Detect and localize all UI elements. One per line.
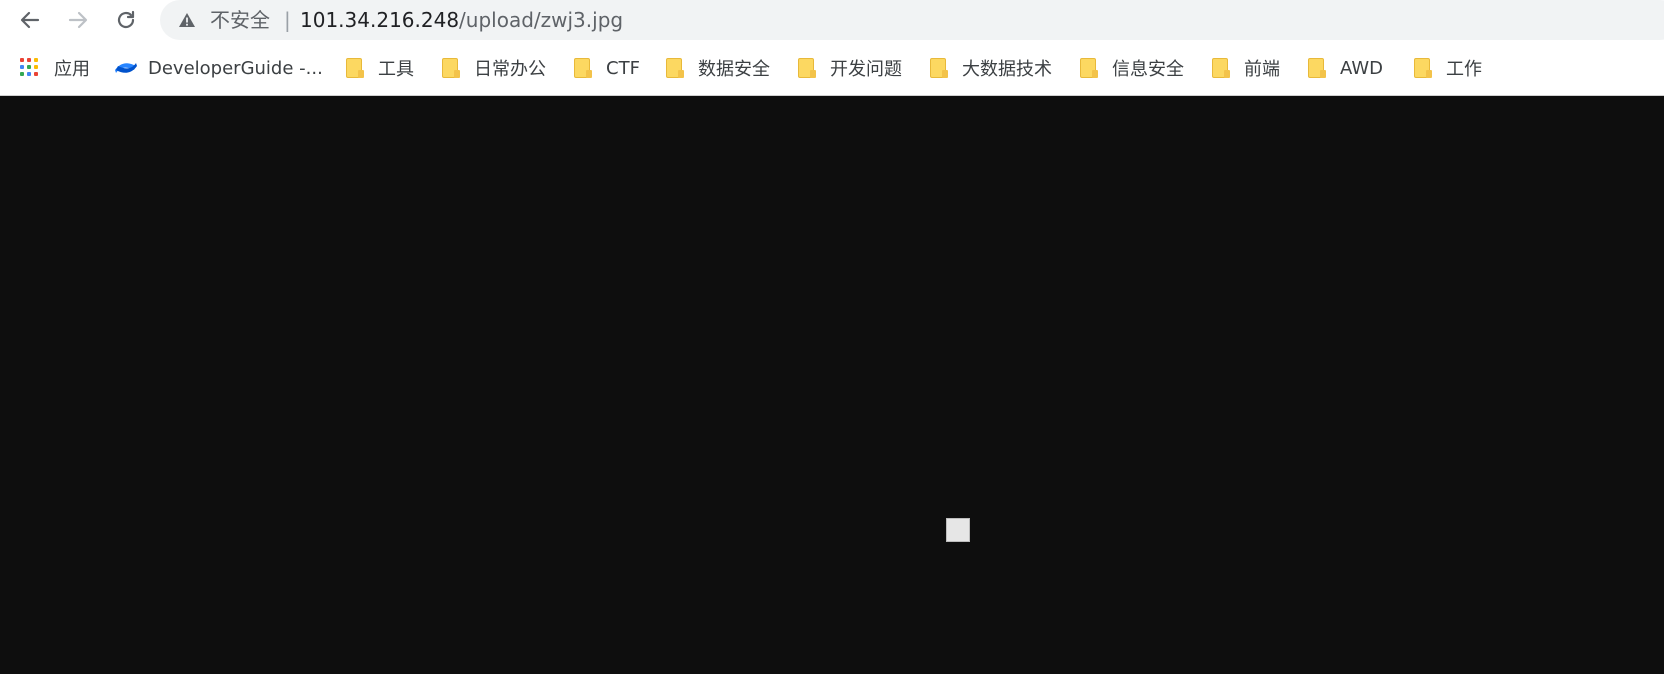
bookmark-folder-ctf[interactable]: CTF xyxy=(572,54,640,82)
bookmark-folder-info-security[interactable]: 信息安全 xyxy=(1078,54,1184,82)
warning-triangle-icon[interactable] xyxy=(178,11,196,29)
bookmark-folder-work[interactable]: 工作 xyxy=(1412,54,1482,82)
confluence-icon xyxy=(114,57,137,79)
folder-icon xyxy=(572,57,592,79)
url-text[interactable]: 101.34.216.248/upload/zwj3.jpg xyxy=(300,8,623,32)
bookmark-label: 数据安全 xyxy=(698,59,770,80)
bookmarks-bar: 应用 DeveloperGuide -... 工具 日常办公 CTF 数据安全 … xyxy=(0,40,1664,96)
bookmark-folder-daily-office[interactable]: 日常办公 xyxy=(440,54,546,82)
bookmark-label: 工作 xyxy=(1446,59,1482,80)
apps-grid-icon xyxy=(20,57,40,79)
address-bar[interactable]: 不安全 | 101.34.216.248/upload/zwj3.jpg xyxy=(160,0,1664,40)
security-status-label[interactable]: 不安全 xyxy=(210,8,270,32)
bookmark-label: 前端 xyxy=(1244,59,1280,80)
bookmark-label: CTF xyxy=(606,57,640,79)
bookmark-folder-data-security[interactable]: 数据安全 xyxy=(664,54,770,82)
page-viewport xyxy=(0,96,1664,674)
arrow-left-icon xyxy=(20,11,40,29)
reload-icon xyxy=(117,10,135,29)
bookmark-label: AWD xyxy=(1340,57,1383,79)
bookmark-label: 工具 xyxy=(378,59,414,80)
bookmark-folder-frontend[interactable]: 前端 xyxy=(1210,54,1280,82)
bookmark-developerguide[interactable]: DeveloperGuide -... xyxy=(114,54,323,82)
folder-icon xyxy=(664,57,684,79)
url-path: /upload/zwj3.jpg xyxy=(459,8,624,32)
bookmark-label: 日常办公 xyxy=(474,59,546,80)
bookmark-label: 大数据技术 xyxy=(962,59,1052,80)
back-button[interactable] xyxy=(14,4,46,36)
arrow-right-icon xyxy=(68,11,88,29)
bookmark-folder-dev-issues[interactable]: 开发问题 xyxy=(796,54,902,82)
folder-icon xyxy=(440,57,460,79)
browser-toolbar: 不安全 | 101.34.216.248/upload/zwj3.jpg xyxy=(0,0,1664,40)
folder-icon xyxy=(1210,57,1230,79)
folder-icon xyxy=(1306,57,1326,79)
folder-icon xyxy=(928,57,948,79)
bookmark-folder-tools[interactable]: 工具 xyxy=(344,54,414,82)
folder-icon xyxy=(1412,57,1432,79)
bookmark-apps[interactable]: 应用 xyxy=(20,54,90,82)
folder-icon xyxy=(344,57,364,79)
broken-image-icon xyxy=(946,518,970,542)
separator: | xyxy=(284,8,291,32)
reload-button[interactable] xyxy=(110,4,142,36)
url-host: 101.34.216.248 xyxy=(300,8,460,32)
bookmark-folder-big-data[interactable]: 大数据技术 xyxy=(928,54,1052,82)
bookmark-folder-awd[interactable]: AWD xyxy=(1306,54,1383,82)
folder-icon xyxy=(1078,57,1098,79)
bookmark-label: 信息安全 xyxy=(1112,59,1184,80)
bookmark-label: 开发问题 xyxy=(830,59,902,80)
bookmark-label: 应用 xyxy=(54,59,90,80)
folder-icon xyxy=(796,57,816,79)
forward-button[interactable] xyxy=(62,4,94,36)
bookmark-label: DeveloperGuide -... xyxy=(148,57,323,79)
